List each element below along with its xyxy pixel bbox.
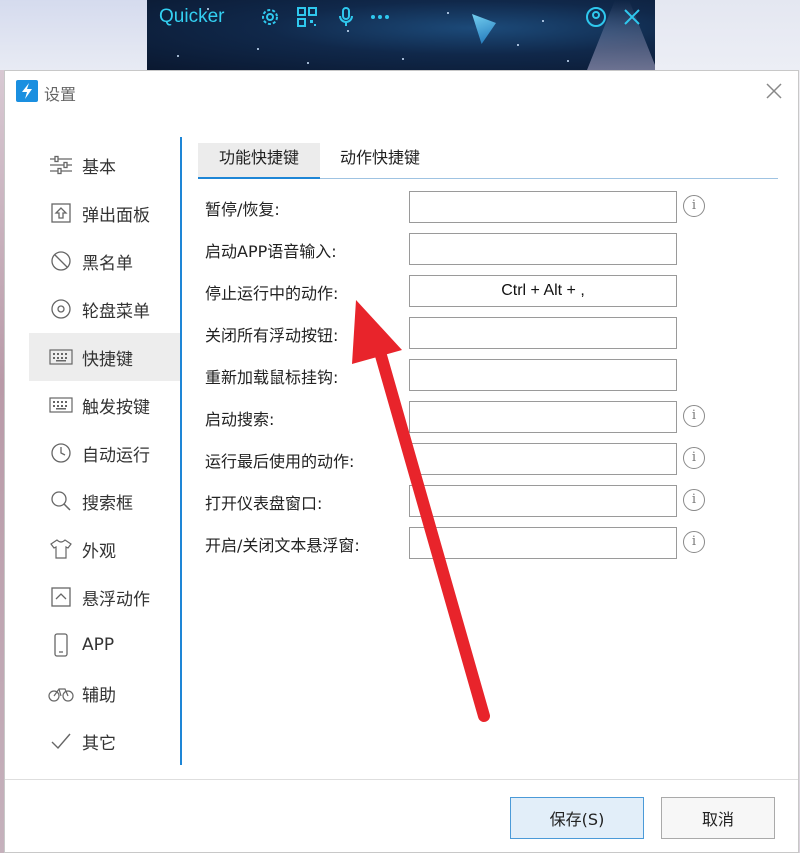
shortcut-input[interactable] [409,485,677,517]
lightning-icon [16,80,38,102]
shortcut-row: 启动APP语音输入: [205,231,765,273]
sidebar-item-label: 其它 [82,733,116,754]
shortcut-row: 关闭所有浮动按钮: [205,315,765,357]
sidebar-item-blacklist[interactable]: 黑名单 [29,237,181,285]
sidebar-item-label: 触发按键 [82,397,150,418]
shortcut-label: 重新加载鼠标挂钩: [205,368,339,387]
more-icon[interactable] [369,6,391,28]
shortcut-input[interactable] [409,443,677,475]
sliders-icon [48,152,74,178]
sidebar-item-label: 搜索框 [82,493,133,514]
phone-icon [48,632,74,658]
sidebar-item-wheel-menu[interactable]: 轮盘菜单 [29,285,181,333]
popup-panel-icon [48,200,74,226]
sidebar-item-other[interactable]: 其它 [29,717,181,765]
close-window-button[interactable] [764,81,784,101]
microphone-icon[interactable] [335,6,357,28]
info-icon[interactable]: i [683,531,705,553]
info-icon[interactable]: i [683,195,705,217]
tshirt-icon [48,536,74,562]
info-icon[interactable]: i [683,447,705,469]
sidebar-item-basic[interactable]: 基本 [29,141,181,189]
shortcut-input[interactable] [409,527,677,559]
shortcut-label: 关闭所有浮动按钮: [205,326,339,345]
wheel-menu-icon [48,296,74,322]
sidebar-item-label: 自动运行 [82,445,150,466]
sidebar-item-label: APP [82,635,115,655]
cancel-button[interactable]: 取消 [661,797,775,839]
shortcut-input[interactable] [409,359,677,391]
close-icon[interactable] [621,6,643,28]
tab-action-shortcuts[interactable]: 动作快捷键 [328,143,432,179]
sidebar-item-autorun[interactable]: 自动运行 [29,429,181,477]
keyboard-icon [48,344,74,370]
save-button[interactable]: 保存(S) [510,797,644,839]
keyboard-icon [48,392,74,418]
shortcut-label: 开启/关闭文本悬浮窗: [205,536,360,555]
shortcut-input[interactable] [409,233,677,265]
shortcut-row: 停止运行中的动作: Ctrl + Alt + , [205,273,765,315]
qr-code-icon[interactable] [296,6,318,28]
footer-divider [5,779,798,780]
sidebar-item-label: 弹出面板 [82,205,150,226]
settings-sidebar: 基本 弹出面板 黑名单 轮盘菜单 快捷键 触发按键 自动运行 搜索框 外观 悬浮… [29,141,181,765]
sidebar-item-shortcuts[interactable]: 快捷键 [29,333,181,381]
user-circle-icon[interactable] [585,6,607,28]
settings-window: 设置 基本 弹出面板 黑名单 轮盘菜单 快捷键 触发按键 自动运行 搜索框 外观… [4,70,799,853]
shortcut-label: 启动APP语音输入: [205,242,337,261]
sidebar-item-label: 基本 [82,157,116,178]
search-icon [48,488,74,514]
tab-function-shortcuts[interactable]: 功能快捷键 [198,143,320,179]
shortcut-row: 暂停/恢复: i [205,189,765,231]
sidebar-item-floating-action[interactable]: 悬浮动作 [29,573,181,621]
gear-icon[interactable] [259,6,281,28]
shortcut-list: 暂停/恢复: i 启动APP语音输入: 停止运行中的动作: Ctrl + Alt… [205,189,765,567]
shortcut-label: 启动搜索: [205,410,275,429]
sidebar-item-search-box[interactable]: 搜索框 [29,477,181,525]
shortcut-label: 打开仪表盘窗口: [205,494,323,513]
quicker-logo: Quicker [159,6,225,27]
sidebar-item-label: 悬浮动作 [82,589,150,610]
sidebar-item-label: 外观 [82,541,116,562]
shortcut-input[interactable]: Ctrl + Alt + , [409,275,677,307]
info-icon[interactable]: i [683,489,705,511]
desktop-background-left [0,0,150,70]
info-icon[interactable]: i [683,405,705,427]
shortcut-label: 运行最后使用的动作: [205,452,355,471]
sidebar-item-label: 黑名单 [82,253,133,274]
shortcut-input[interactable] [409,401,677,433]
window-title: 设置 [44,85,77,104]
sidebar-item-label: 轮盘菜单 [82,301,150,322]
shortcut-row: 打开仪表盘窗口: i [205,483,765,525]
shortcut-label: 暂停/恢复: [205,200,280,219]
sidebar-item-appearance[interactable]: 外观 [29,525,181,573]
sidebar-item-assist[interactable]: 辅助 [29,669,181,717]
tab-bar: 功能快捷键 动作快捷键 [198,143,778,179]
shortcut-row: 开启/关闭文本悬浮窗: i [205,525,765,567]
quicker-toolbar: Quicker [147,0,655,70]
clock-icon [48,440,74,466]
sidebar-item-trigger-keys[interactable]: 触发按键 [29,381,181,429]
shortcut-row: 运行最后使用的动作: i [205,441,765,483]
blocked-icon [48,248,74,274]
shortcut-row: 启动搜索: i [205,399,765,441]
bicycle-icon [48,680,74,706]
sidebar-item-app[interactable]: APP [29,621,181,669]
shortcut-row: 重新加载鼠标挂钩: [205,357,765,399]
shortcut-input[interactable] [409,317,677,349]
sidebar-divider [180,137,182,765]
desktop-background-right [655,0,800,70]
sidebar-item-label: 快捷键 [82,349,133,370]
sidebar-item-label: 辅助 [82,685,116,706]
sidebar-item-popup-panel[interactable]: 弹出面板 [29,189,181,237]
shortcut-input[interactable] [409,191,677,223]
check-icon [48,728,74,754]
decorative-triangle [472,14,496,44]
shortcut-label: 停止运行中的动作: [205,284,339,303]
title-bar: 设置 [5,71,798,115]
floating-action-icon [48,584,74,610]
